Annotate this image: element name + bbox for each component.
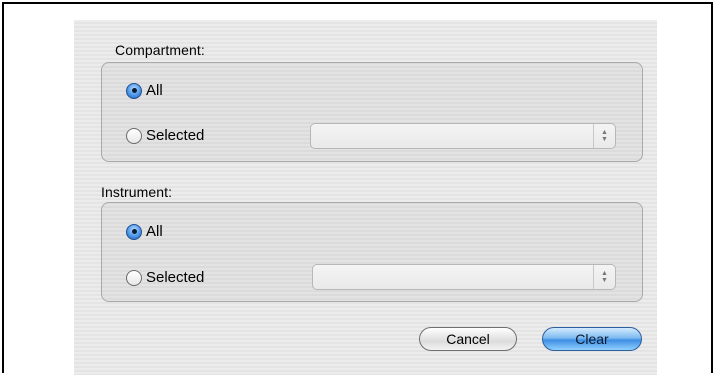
- compartment-all-radio[interactable]: [126, 82, 142, 99]
- popup-arrows-icon: ▲ ▼: [593, 265, 615, 289]
- filter-dialog: Compartment: All Selected ▲ ▼ Instrument:…: [74, 20, 657, 375]
- instrument-selected-label[interactable]: Selected: [146, 269, 204, 286]
- cancel-button[interactable]: Cancel: [419, 327, 517, 351]
- instrument-selected-radio-row[interactable]: Selected: [126, 269, 204, 286]
- compartment-all-radio-row[interactable]: All: [126, 82, 163, 99]
- instrument-popup[interactable]: ▲ ▼: [312, 264, 616, 290]
- window-frame: Compartment: All Selected ▲ ▼ Instrument:…: [2, 2, 713, 375]
- instrument-all-radio[interactable]: [126, 223, 142, 240]
- instrument-label: Instrument:: [101, 184, 173, 200]
- compartment-popup[interactable]: ▲ ▼: [310, 123, 616, 149]
- compartment-selected-label[interactable]: Selected: [146, 127, 204, 144]
- popup-arrows-icon: ▲ ▼: [593, 124, 615, 148]
- instrument-all-radio-row[interactable]: All: [126, 223, 163, 240]
- compartment-all-label[interactable]: All: [146, 82, 163, 99]
- compartment-label: Compartment:: [115, 42, 205, 58]
- clear-button[interactable]: Clear: [542, 327, 642, 351]
- compartment-selected-radio[interactable]: [126, 127, 142, 144]
- instrument-all-label[interactable]: All: [146, 223, 163, 240]
- instrument-selected-radio[interactable]: [126, 269, 142, 286]
- compartment-selected-radio-row[interactable]: Selected: [126, 127, 204, 144]
